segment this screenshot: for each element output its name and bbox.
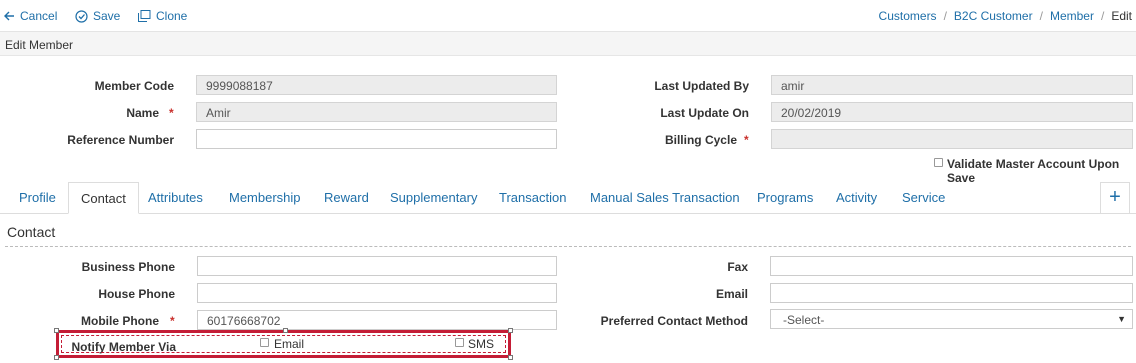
section-title: Contact (7, 224, 56, 240)
tab-activity[interactable]: Activity (824, 182, 889, 214)
house-phone-label: House Phone (98, 287, 175, 301)
reference-number-label: Reference Number (67, 133, 174, 147)
tab-bar: Profile Contact Attributes Membership Re… (0, 182, 1136, 214)
page-header: Edit Member (0, 32, 1136, 56)
last-update-on-field[interactable]: 20/02/2019 (771, 102, 1133, 122)
breadcrumb-b2c-customer[interactable]: B2C Customer (954, 9, 1033, 23)
fax-field[interactable] (770, 256, 1133, 276)
reference-number-field[interactable] (196, 129, 557, 149)
email-field[interactable] (770, 283, 1133, 303)
page-title: Edit Member (5, 38, 74, 52)
preferred-contact-method-select[interactable]: -Select- ▼ (770, 309, 1133, 329)
caret-down-icon: ▼ (1117, 314, 1126, 324)
required-marker: * (169, 106, 174, 120)
name-label: Name (126, 106, 159, 120)
mobile-phone-field[interactable]: 60176668702 (197, 310, 557, 330)
breadcrumb-separator: / (1100, 9, 1105, 23)
tab-profile[interactable]: Profile (7, 182, 68, 214)
breadcrumb-current: Edit (1111, 9, 1132, 23)
tab-contact[interactable]: Contact (68, 182, 139, 214)
check-circle-icon (75, 9, 88, 23)
resize-handle (54, 355, 59, 360)
tab-programs[interactable]: Programs (745, 182, 825, 214)
breadcrumb: Customers / B2C Customer / Member / Edit (879, 9, 1132, 23)
clone-label: Clone (156, 9, 188, 23)
highlight-box (54, 328, 513, 360)
required-marker: * (170, 314, 175, 328)
resize-handle (283, 328, 288, 333)
section-divider (5, 246, 1131, 247)
tab-service[interactable]: Service (890, 182, 957, 214)
last-updated-by-field[interactable]: amir (771, 75, 1133, 95)
validate-master-label: Validate Master Account Upon Save (947, 157, 1120, 185)
business-phone-label: Business Phone (81, 260, 175, 274)
add-tab-button[interactable]: + (1100, 182, 1130, 213)
member-code-field[interactable]: 9999088187 (196, 75, 557, 95)
member-code-label: Member Code (94, 79, 174, 93)
save-label: Save (93, 9, 121, 23)
resize-handle (54, 328, 59, 333)
breadcrumb-customers[interactable]: Customers (879, 9, 937, 23)
arrow-left-icon (4, 11, 14, 21)
fax-label: Fax (727, 260, 748, 274)
resize-handle (508, 328, 513, 333)
tab-supplementary[interactable]: Supplementary (378, 182, 489, 214)
tab-membership[interactable]: Membership (217, 182, 313, 214)
cancel-button[interactable]: Cancel (4, 9, 57, 23)
preferred-contact-method-value: -Select- (783, 313, 825, 327)
clone-icon (138, 10, 151, 22)
house-phone-field[interactable] (197, 283, 557, 303)
breadcrumb-separator: / (1039, 9, 1043, 23)
toolbar: Cancel Save Clone Customers / B2C Custom… (0, 0, 1136, 32)
billing-cycle-field[interactable] (771, 129, 1133, 149)
tab-manual-sales-transaction[interactable]: Manual Sales Transaction (578, 182, 752, 214)
preferred-contact-method-label: Preferred Contact Method (600, 314, 748, 328)
business-phone-field[interactable] (197, 256, 557, 276)
tab-reward[interactable]: Reward (312, 182, 381, 214)
billing-cycle-label: Billing Cycle (664, 133, 737, 147)
tab-attributes[interactable]: Attributes (136, 182, 215, 214)
resize-handle (508, 355, 513, 360)
clone-button[interactable]: Clone (138, 9, 187, 23)
name-field[interactable]: Amir (196, 102, 557, 122)
breadcrumb-separator: / (943, 9, 947, 23)
last-updated-by-label: Last Updated By (654, 79, 749, 93)
mobile-phone-label: Mobile Phone (81, 314, 159, 328)
tab-transaction[interactable]: Transaction (487, 182, 578, 214)
breadcrumb-member[interactable]: Member (1050, 9, 1094, 23)
cancel-label: Cancel (20, 9, 58, 23)
save-button[interactable]: Save (75, 9, 120, 23)
required-marker: * (744, 133, 749, 147)
last-update-on-label: Last Update On (660, 106, 749, 120)
validate-master-checkbox[interactable] (934, 158, 943, 167)
email-label: Email (715, 287, 748, 301)
